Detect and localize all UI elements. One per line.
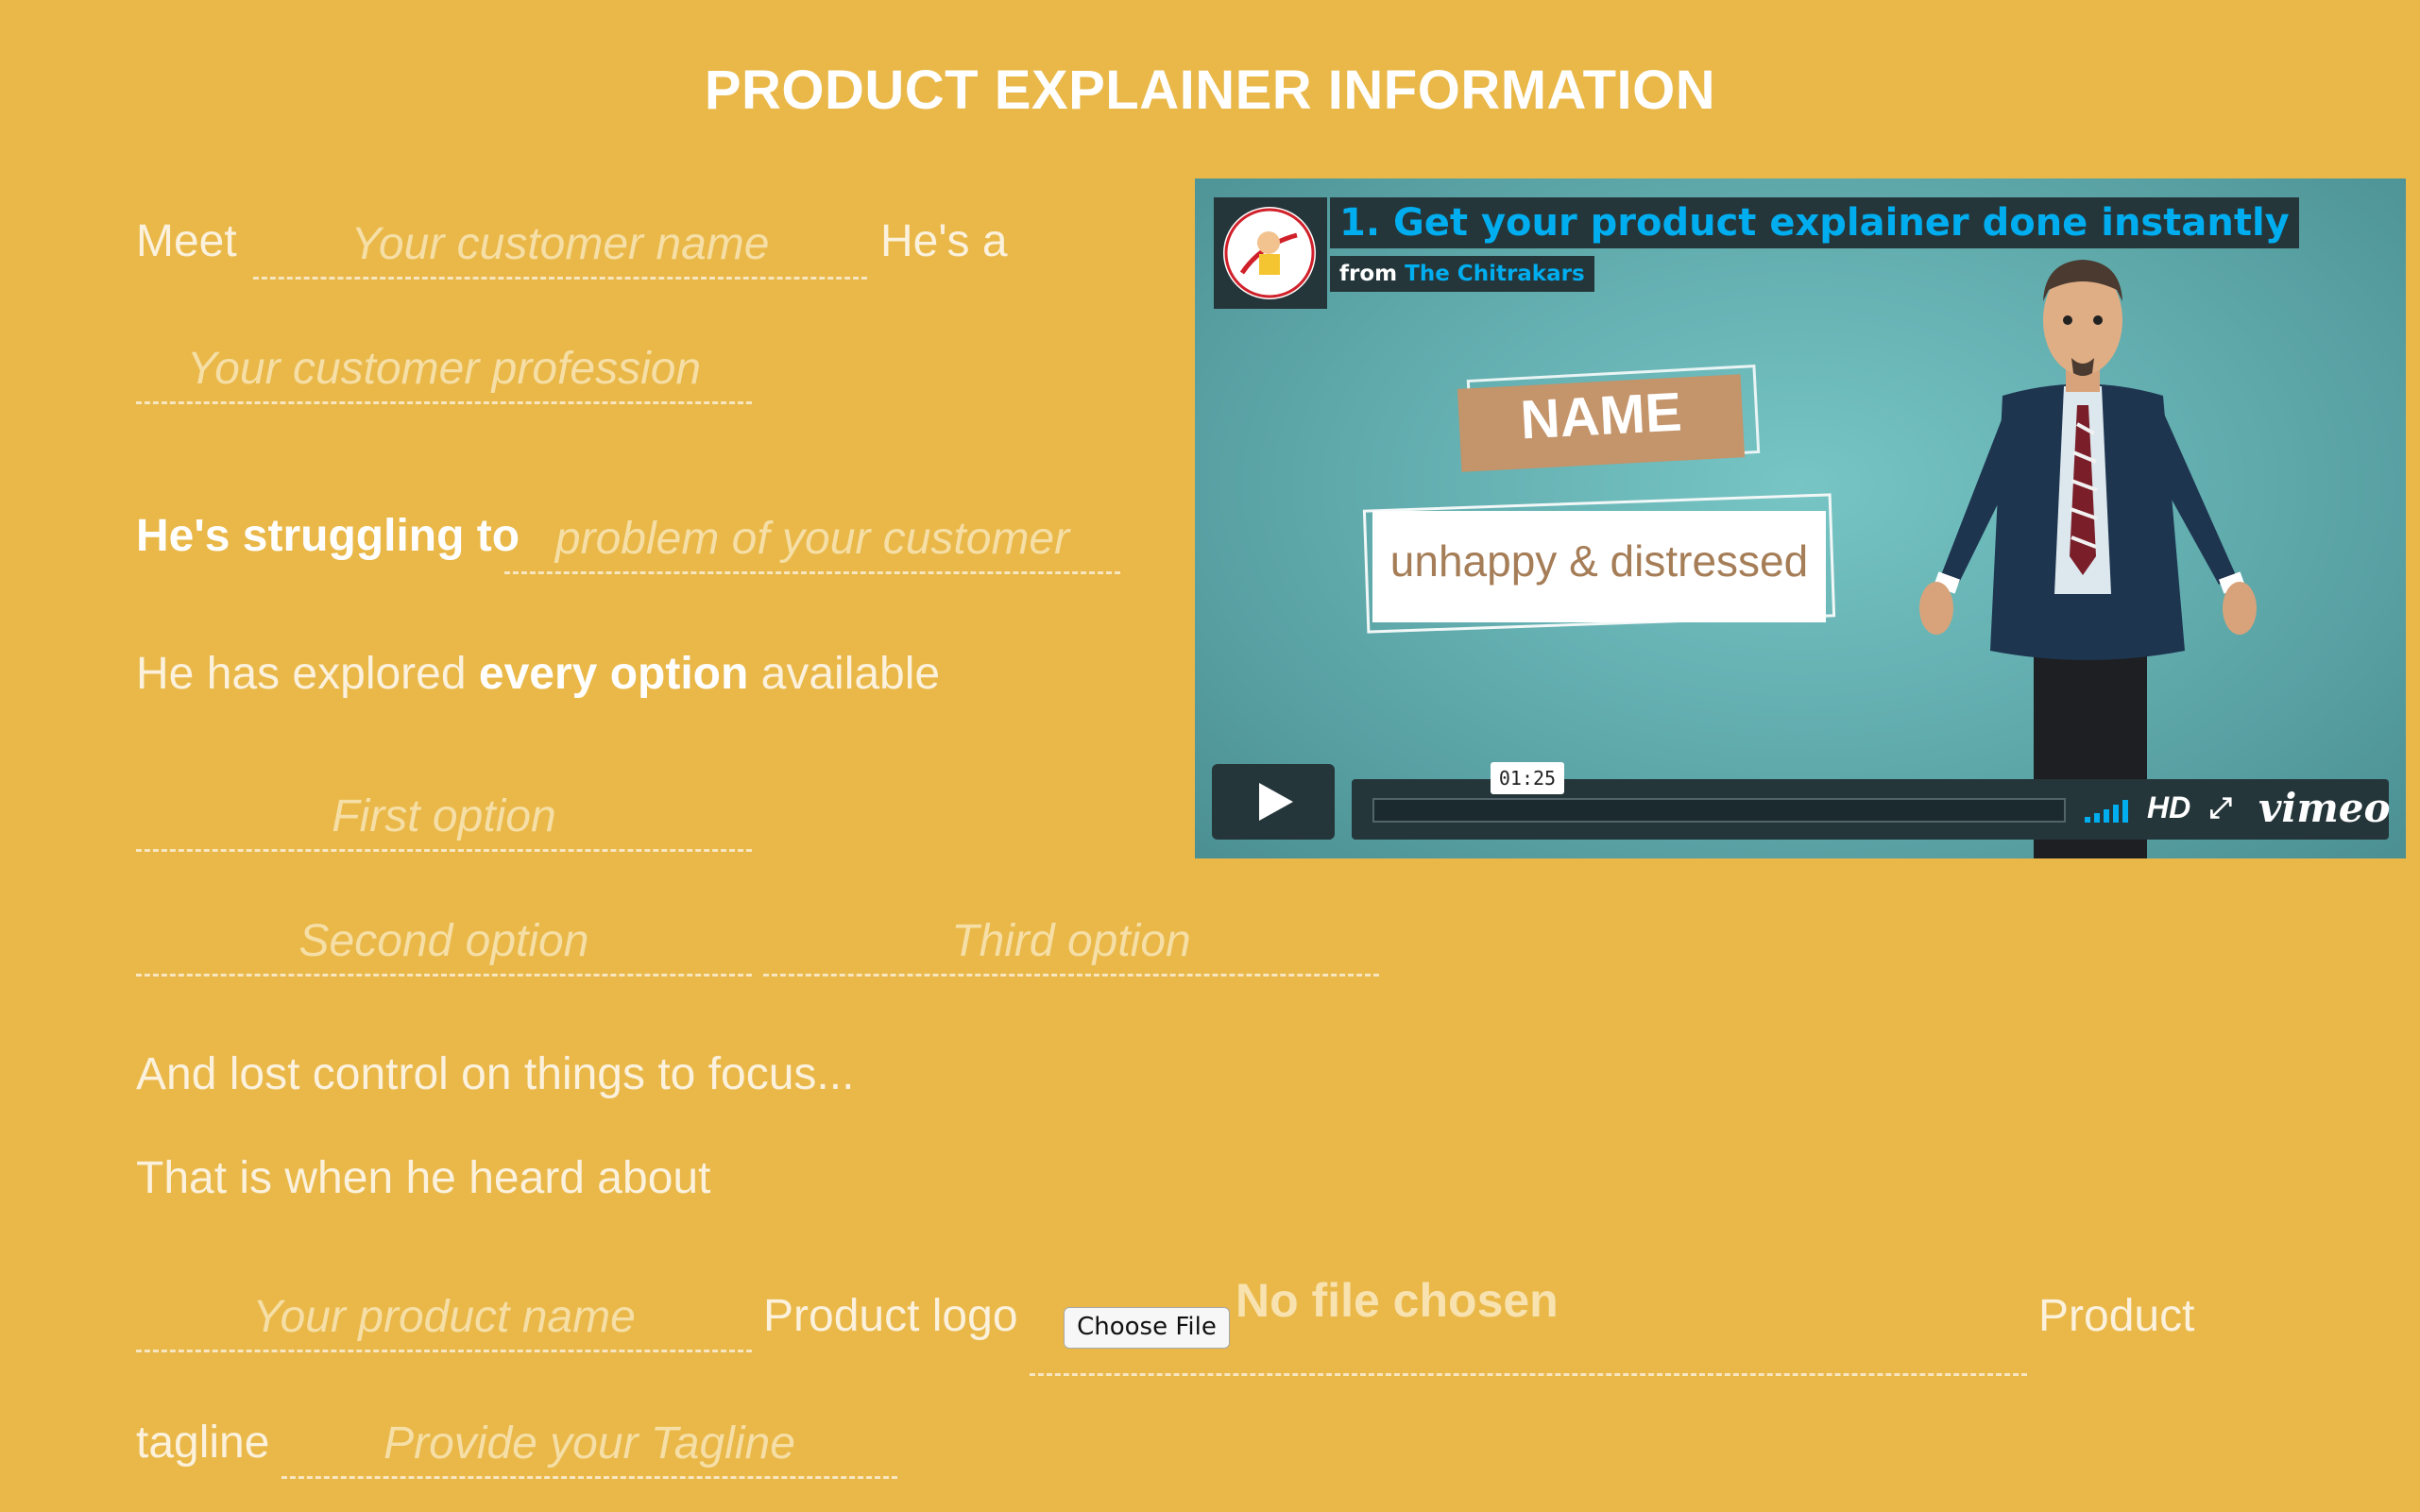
control-bar: 01:25 HD ⤢ vimeo [1352,762,2391,840]
product-logo-label: Product logo [763,1291,1018,1341]
explored-text: He has explored every option available [136,648,940,700]
volume-icon[interactable] [2085,800,2132,823]
byline-prefix: from [1339,262,1398,286]
channel-avatar-frame[interactable] [1214,197,1327,309]
video-player[interactable]: NAME unhappy & distressed 1. Get your pr… [1195,178,2406,858]
first-option-input[interactable] [136,784,752,852]
explored-prefix: He has explored [136,649,467,699]
explored-emphasis: every option [478,649,749,699]
play-button[interactable] [1212,764,1335,840]
video-title-link[interactable]: 1. Get your product explainer done insta… [1330,197,2299,248]
tagline-input[interactable] [281,1411,897,1479]
time-indicator: 01:25 [1491,762,1564,794]
name-tag-text: NAME [1519,381,1683,451]
channel-avatar[interactable] [1223,207,1316,299]
hd-toggle[interactable]: HD [2147,790,2190,825]
meet-label: Meet [136,216,237,266]
file-status-text: No file chosen [1236,1274,1559,1327]
hes-a-label: He's a [880,216,1008,266]
customer-name-input[interactable] [253,212,867,280]
page-title: PRODUCT EXPLAINER INFORMATION [704,59,1716,121]
video-controls: 01:25 HD ⤢ vimeo [1212,762,2391,840]
emotion-tag-text: unhappy & distressed [1389,536,1809,586]
product-logo-underline [1030,1373,2027,1376]
lost-control-text: And lost control on things to focus... [136,1049,855,1099]
product-name-input[interactable] [136,1284,752,1352]
seek-bar[interactable] [1372,798,2066,823]
channel-logo-icon [1224,208,1315,298]
struggling-label: He's struggling to [136,511,520,561]
customer-profession-input[interactable] [136,336,752,404]
explored-suffix: available [760,649,941,699]
heard-about-text: That is when he heard about [136,1153,711,1203]
vimeo-logo[interactable]: vimeo [2258,785,2391,831]
second-option-input[interactable] [136,909,752,977]
product-tagline-label-start: Product [2038,1291,2195,1341]
author-link[interactable]: The Chitrakars [1405,262,1585,286]
third-option-input[interactable] [763,909,1379,977]
tagline-label: tagline [136,1418,270,1468]
fullscreen-icon[interactable]: ⤢ [2209,792,2232,824]
choose-file-button[interactable]: Choose File [1064,1307,1230,1349]
video-byline: from The Chitrakars [1330,256,1594,292]
play-icon [1259,783,1293,821]
problem-input[interactable] [504,506,1120,574]
